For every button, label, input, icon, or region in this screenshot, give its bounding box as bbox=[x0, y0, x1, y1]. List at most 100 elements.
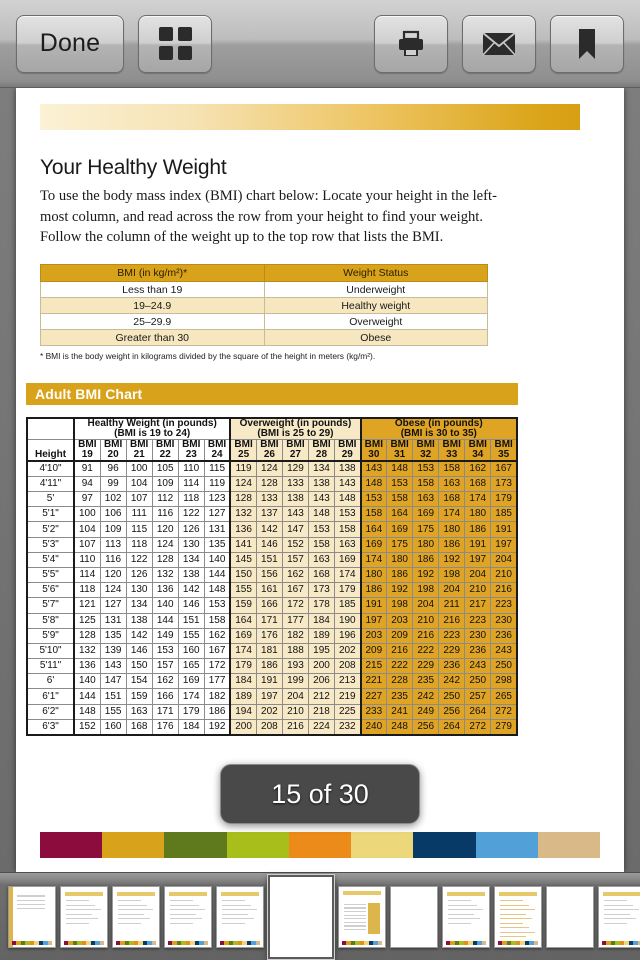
page-thumbnail-6[interactable] bbox=[268, 875, 334, 959]
thumbnail-text-line bbox=[169, 922, 194, 924]
table-row: 5'11" 136 143 150 157 165 172 179 186 193 200 208 21… bbox=[26, 658, 519, 675]
weight-cell: 202 bbox=[255, 703, 283, 720]
page-thumbnail-11[interactable] bbox=[546, 886, 594, 948]
table-row: 4'10" 91 96 100 105 110 115 119 124 129 134 138 143 1… bbox=[26, 460, 519, 477]
weight-cell: 91 bbox=[73, 460, 101, 477]
page-thumbnail-12[interactable] bbox=[598, 886, 640, 948]
weight-cell: 179 bbox=[334, 582, 362, 599]
weight-cell: 256 bbox=[438, 703, 466, 720]
page-thumbnail-4[interactable] bbox=[164, 886, 212, 948]
weight-cell: 223 bbox=[490, 597, 519, 614]
weight-cell: 145 bbox=[229, 551, 257, 568]
page-thumbnail-10[interactable] bbox=[494, 886, 542, 948]
weight-cell: 152 bbox=[281, 536, 309, 553]
weight-cell: 148 bbox=[359, 475, 388, 493]
weight-cell: 100 bbox=[125, 460, 153, 477]
weight-cell: 147 bbox=[281, 521, 309, 538]
height-cell: 6'2" bbox=[26, 703, 76, 720]
color-strip-swatch bbox=[164, 832, 227, 858]
weight-cell: 158 bbox=[438, 460, 466, 477]
page-thumbnail-9[interactable] bbox=[442, 886, 490, 948]
weight-cell: 228 bbox=[386, 673, 414, 690]
weight-cell: 218 bbox=[307, 703, 336, 720]
weight-cell: 229 bbox=[438, 642, 466, 660]
weight-cell: 148 bbox=[334, 491, 362, 508]
height-header-spacer bbox=[26, 417, 75, 441]
weight-cell: 202 bbox=[334, 642, 362, 660]
weight-cell: 127 bbox=[203, 506, 231, 523]
weight-cell: 142 bbox=[125, 627, 153, 644]
weight-cell: 112 bbox=[151, 491, 179, 508]
weight-cell: 232 bbox=[334, 718, 362, 736]
thumbnail-text-line bbox=[221, 900, 245, 902]
weight-cell: 223 bbox=[438, 627, 466, 644]
table-row: 5'7" 121 127 134 140 146 153 159 166 172 178 185 191… bbox=[26, 597, 519, 614]
weight-cell: 140 bbox=[151, 597, 179, 614]
weight-cell: 194 bbox=[229, 703, 257, 720]
weight-cell: 174 bbox=[359, 551, 388, 568]
print-icon bbox=[399, 30, 423, 56]
weight-cell: 240 bbox=[359, 718, 388, 736]
weight-cell: 216 bbox=[490, 582, 519, 599]
thumbnail-text-line bbox=[343, 907, 366, 909]
bookmark-button[interactable] bbox=[550, 14, 624, 73]
weight-cell: 132 bbox=[73, 642, 101, 660]
document-viewer: Done Your Healthy Weight To use the body… bbox=[0, 0, 640, 960]
weight-cell: 223 bbox=[464, 612, 492, 629]
page-title: Your Healthy Weight bbox=[40, 156, 227, 179]
page-thumbnail-7[interactable] bbox=[338, 886, 386, 948]
table-row: Greater than 30 Obese bbox=[40, 329, 488, 347]
thumbnail-text-line bbox=[603, 900, 627, 902]
weight-cell: 99 bbox=[99, 475, 127, 493]
weight-cell: 186 bbox=[255, 658, 283, 675]
thumbnail-banner bbox=[116, 891, 156, 896]
weight-cell: 210 bbox=[281, 703, 309, 720]
weight-cell: 179 bbox=[177, 703, 205, 720]
weight-cell: 158 bbox=[359, 506, 388, 523]
weight-cell: 172 bbox=[203, 658, 231, 675]
page-stage[interactable]: Your Healthy Weight To use the body mass… bbox=[0, 88, 640, 872]
thumbnail-text-line bbox=[117, 900, 141, 902]
thumbnail-color-strip bbox=[341, 941, 383, 945]
thumbnails-grid-button[interactable] bbox=[138, 14, 212, 73]
print-button[interactable] bbox=[374, 14, 448, 73]
weight-cell: 149 bbox=[151, 627, 179, 644]
document-page[interactable]: Your Healthy Weight To use the body mass… bbox=[16, 88, 624, 872]
page-thumbnail-5[interactable] bbox=[216, 886, 264, 948]
weight-cell: 185 bbox=[334, 597, 362, 614]
height-cell: 5'6" bbox=[26, 582, 76, 599]
page-thumbnail-3[interactable] bbox=[112, 886, 160, 948]
thumbnail-color-strip bbox=[167, 941, 209, 945]
table-row: 25–29.9 Overweight bbox=[40, 313, 488, 331]
thumbnail-banner bbox=[602, 891, 640, 896]
weight-cell: 204 bbox=[490, 551, 519, 568]
weight-cell: 250 bbox=[438, 688, 466, 705]
weight-cell: 115 bbox=[125, 521, 153, 538]
weight-cell: 243 bbox=[490, 642, 519, 660]
bmi-number: 34 bbox=[472, 449, 484, 461]
page-indicator-label: 15 of 30 bbox=[271, 778, 369, 809]
color-strip-swatch bbox=[537, 832, 600, 858]
thumbnail-text-line bbox=[603, 909, 639, 911]
page-thumbnail-8[interactable] bbox=[390, 886, 438, 948]
weight-cell: 159 bbox=[125, 688, 153, 705]
mail-button[interactable] bbox=[462, 14, 536, 73]
weight-cell: 110 bbox=[177, 460, 205, 477]
done-button[interactable]: Done bbox=[16, 14, 124, 73]
weight-cell: 107 bbox=[125, 491, 153, 508]
thumbnail-text-line bbox=[117, 904, 147, 906]
weight-cell: 109 bbox=[99, 521, 127, 538]
weight-cell: 127 bbox=[99, 597, 127, 614]
bmi-number: 25 bbox=[238, 449, 250, 461]
weight-cell: 113 bbox=[99, 536, 127, 553]
page-thumbnail-1[interactable] bbox=[8, 886, 56, 948]
height-cell: 4'11" bbox=[26, 475, 76, 493]
weight-cell: 197 bbox=[490, 536, 519, 553]
weight-cell: 250 bbox=[464, 673, 492, 690]
status-cell: 25–29.9 bbox=[40, 313, 265, 331]
thumbnail-color-strip bbox=[601, 941, 640, 945]
weight-cell: 135 bbox=[203, 536, 231, 553]
page-thumbnail-filmstrip[interactable] bbox=[0, 872, 640, 960]
page-thumbnail-2[interactable] bbox=[60, 886, 108, 948]
weight-cell: 138 bbox=[125, 612, 153, 629]
